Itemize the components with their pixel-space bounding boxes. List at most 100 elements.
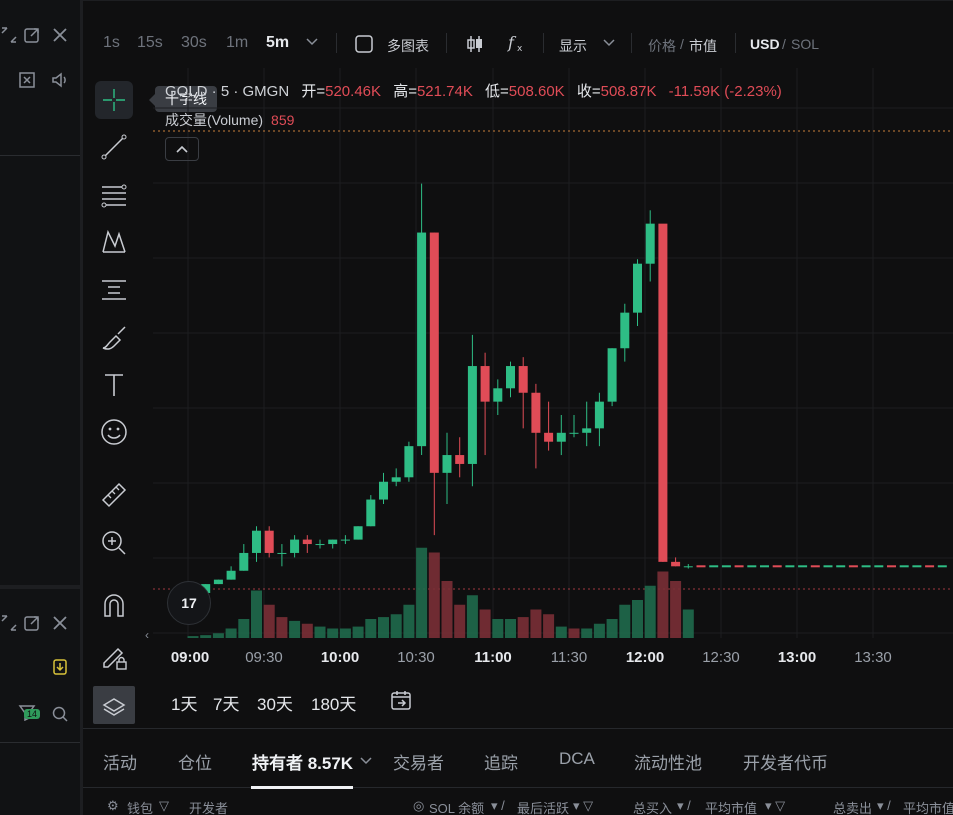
volume-bar <box>568 628 580 638</box>
tradingview-logo[interactable]: 17 <box>167 581 211 625</box>
magnet-icon[interactable] <box>95 587 133 625</box>
candlestick-svg[interactable]: 09:00 09:30 10:00 10:30 11:00 11:30 12:00 12:30… <box>153 68 953 680</box>
zoom-in-icon[interactable] <box>95 524 133 562</box>
range-180d[interactable]: 180天 <box>311 690 356 715</box>
col-wallet[interactable]: 钱包 <box>127 798 153 815</box>
col-avg-mcap[interactable]: 平均市值 <box>705 798 757 815</box>
ruler-tool-icon[interactable] <box>95 476 133 514</box>
sol-icon: ◎ <box>413 798 425 813</box>
close-icon-2[interactable] <box>51 614 69 632</box>
volume-bar <box>619 604 631 638</box>
candle-body <box>315 544 325 546</box>
volume-bar <box>632 600 643 638</box>
volume-bar <box>187 636 199 638</box>
candle-body <box>544 432 554 442</box>
chevron-down-icon[interactable] <box>359 753 373 771</box>
sort-icon[interactable]: ▾ ▽ <box>765 798 785 814</box>
collapse-legend-button[interactable] <box>165 137 199 161</box>
gear-icon[interactable]: ⚙ <box>107 798 119 814</box>
price-toggle[interactable]: 价格 <box>648 36 676 56</box>
candle-body <box>937 565 947 568</box>
trendline-tool-icon[interactable] <box>95 128 133 166</box>
close-value: 508.87K <box>600 83 657 100</box>
col-total-bought[interactable]: 总买入 <box>633 798 672 815</box>
volume-bar <box>581 628 593 638</box>
sol-toggle[interactable]: SOL <box>791 36 819 52</box>
x-tick-label: 10:30 <box>397 649 435 666</box>
tab-activity[interactable]: 活动 <box>103 749 137 774</box>
collapse-icon[interactable] <box>0 26 18 44</box>
close-icon[interactable] <box>51 26 69 44</box>
mcap-toggle[interactable]: 市值 <box>689 36 717 56</box>
tab-traders[interactable]: 交易者 <box>393 749 444 774</box>
candle-body <box>620 312 630 349</box>
display-menu[interactable]: 显示 <box>559 36 587 56</box>
pattern-tool-icon[interactable] <box>95 223 133 261</box>
tab-positions[interactable]: 仓位 <box>178 749 212 774</box>
close-box-icon[interactable] <box>18 71 36 89</box>
candle-style-icon[interactable] <box>465 34 485 54</box>
candle-body <box>899 565 909 568</box>
volume-bar <box>593 623 605 638</box>
hide-drawings-icon[interactable] <box>93 686 135 724</box>
chevron-down-icon[interactable] <box>602 38 616 48</box>
range-7d[interactable]: 7天 <box>213 690 239 715</box>
sort-icon[interactable]: ▾ ▽ <box>573 798 593 814</box>
tab-dev-tokens[interactable]: 开发者代币 <box>743 749 828 774</box>
multi-chart-label[interactable]: 多图表 <box>387 36 429 56</box>
popout-icon-2[interactable] <box>23 614 41 632</box>
candle-body <box>721 565 731 568</box>
volume-bar <box>263 604 275 638</box>
popout-icon[interactable] <box>23 26 41 44</box>
candle-body <box>391 477 401 482</box>
forecast-tool-icon[interactable] <box>95 271 133 309</box>
timeframe-1s[interactable]: 1s <box>103 34 120 52</box>
candle-body <box>379 481 388 500</box>
col-last-active[interactable]: 最后活跃 <box>517 798 569 815</box>
candle-body <box>340 539 350 541</box>
emoji-tool-icon[interactable] <box>95 413 133 451</box>
candle-body <box>683 566 693 568</box>
candle-body <box>226 570 236 580</box>
volume-bar <box>339 628 351 638</box>
candle-body <box>302 539 312 545</box>
filter-icon[interactable]: ▽ <box>159 798 169 814</box>
x-tick-label: 09:00 <box>171 649 209 666</box>
col-total-sold[interactable]: 总卖出 <box>833 798 872 815</box>
tab-dca[interactable]: DCA <box>559 749 595 769</box>
col-developer[interactable]: 开发者 <box>189 798 228 815</box>
col-avg-mcap-2[interactable]: 平均市值 <box>903 798 953 815</box>
col-sol-balance[interactable]: SOL 余额 <box>429 798 484 815</box>
multi-chart-checkbox[interactable] <box>355 35 373 53</box>
range-30d[interactable]: 30天 <box>257 690 293 715</box>
range-1d[interactable]: 1天 <box>171 690 197 715</box>
chevron-left-icon[interactable]: ‹ <box>145 628 149 642</box>
tab-tracking[interactable]: 追踪 <box>484 749 518 774</box>
tab-liquidity-pool[interactable]: 流动性池 <box>634 749 702 774</box>
date-range-icon[interactable] <box>389 688 413 717</box>
volume-bar <box>517 617 529 638</box>
candle-body <box>887 565 896 568</box>
candle-body <box>290 539 300 553</box>
indicators-fx-icon[interactable]: fx <box>506 32 528 54</box>
price-chart[interactable]: 09:00 09:30 10:00 10:30 11:00 11:30 12:00 12:30… <box>145 68 953 728</box>
search-icon[interactable] <box>51 705 69 723</box>
timeframe-1m[interactable]: 1m <box>226 34 248 52</box>
timeframe-15s[interactable]: 15s <box>137 34 163 52</box>
symbol-label[interactable]: GOLD · 5 · GMGN <box>165 83 289 100</box>
sound-icon[interactable] <box>51 71 69 89</box>
usd-toggle[interactable]: USD <box>750 36 780 52</box>
tab-holders[interactable]: 持有者 8.57K <box>252 749 353 774</box>
crosshair-tool-icon[interactable] <box>95 81 133 119</box>
timeframe-5m[interactable]: 5m <box>266 34 289 52</box>
text-tool-icon[interactable] <box>95 366 133 404</box>
lock-drawing-icon[interactable] <box>95 638 133 676</box>
brush-tool-icon[interactable] <box>95 319 133 357</box>
fib-tool-icon[interactable] <box>95 176 133 214</box>
candle-body <box>531 392 541 433</box>
volume-legend: 成交量(Volume) 859 <box>165 110 294 130</box>
timeframe-30s[interactable]: 30s <box>181 34 207 52</box>
chevron-down-icon[interactable] <box>305 37 319 47</box>
download-icon[interactable] <box>51 658 69 676</box>
collapse-icon-2[interactable] <box>0 614 18 632</box>
